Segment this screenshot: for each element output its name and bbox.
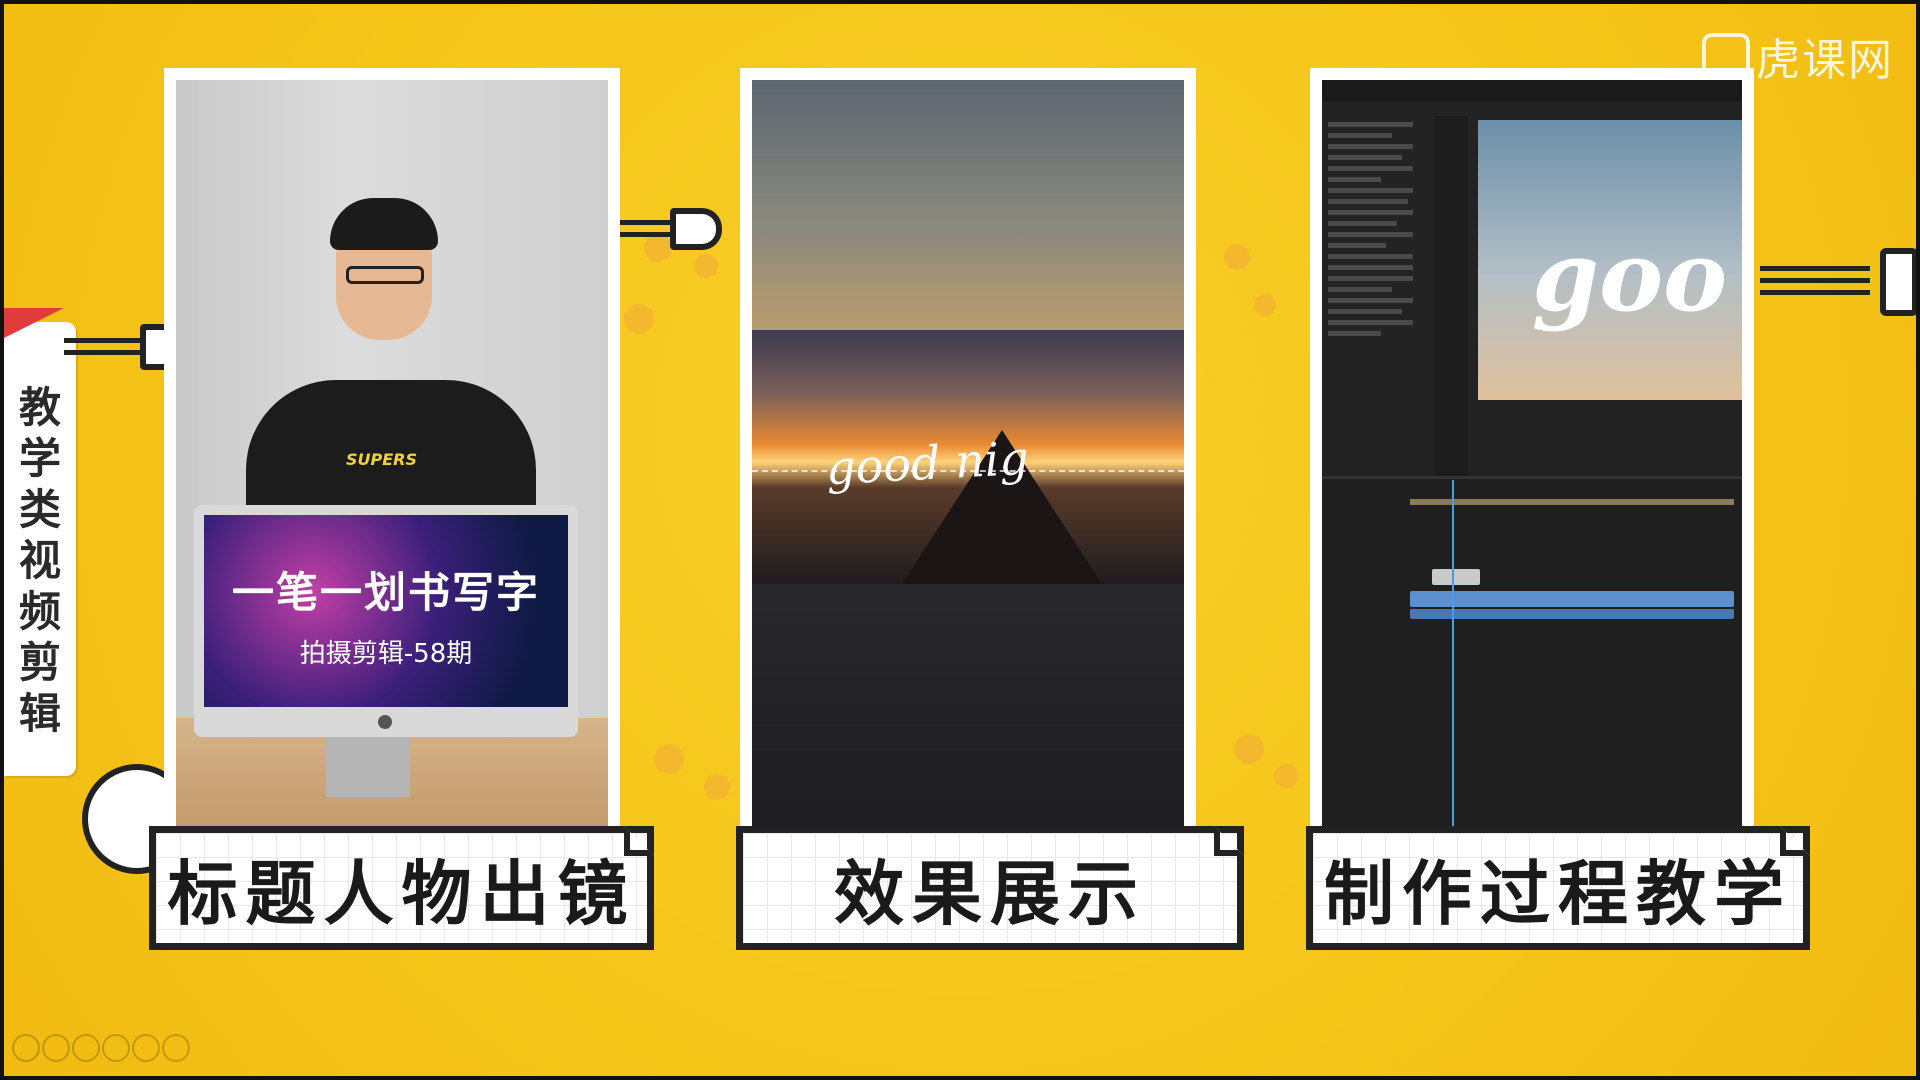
side-tab-title: 教 学 类 视 频 剪 辑 — [18, 382, 62, 739]
side-char: 剪 — [18, 638, 61, 687]
folded-corner — [1780, 826, 1810, 856]
red-corner — [4, 308, 64, 338]
folded-corner — [624, 826, 654, 856]
folded-corner — [1214, 826, 1244, 856]
panel-effect: good nig — [740, 68, 1196, 828]
timeline-clip[interactable] — [1432, 569, 1480, 585]
side-char: 辑 — [18, 689, 61, 738]
timeline-clip[interactable] — [1410, 609, 1734, 619]
side-char: 频 — [18, 587, 61, 636]
side-char: 教 — [18, 383, 61, 432]
decor-dot — [704, 774, 730, 800]
label-presenter: 标题人物出镜 — [149, 826, 654, 950]
panel-presenter: SUPERS 一笔一划书写字 拍摄剪辑-58期 — [164, 68, 620, 828]
prev-slide-icon[interactable] — [12, 1034, 40, 1062]
monitor-subtitle: 拍摄剪辑-58期 — [299, 639, 473, 669]
label-effect: 效果展示 — [736, 826, 1244, 950]
shirt-logo: SUPERS — [346, 450, 418, 469]
monitor: 一笔一划书写字 拍摄剪辑-58期 — [194, 505, 578, 737]
slides-icon[interactable] — [102, 1034, 130, 1062]
decor-dot — [654, 744, 684, 774]
pen-icon[interactable] — [72, 1034, 100, 1062]
monitor-screen: 一笔一划书写字 拍摄剪辑-58期 — [204, 515, 568, 707]
panel-editor: goo — [1310, 68, 1754, 828]
presenter-glasses — [346, 266, 424, 284]
editor-menubar — [1322, 80, 1742, 102]
side-char: 类 — [18, 485, 61, 534]
decor-dot — [1254, 294, 1276, 316]
label-text: 效果展示 — [834, 852, 1146, 935]
side-char: 视 — [18, 536, 61, 585]
preview-text: goo — [1532, 220, 1728, 333]
timeline-panel — [1322, 476, 1742, 828]
program-monitor: goo — [1478, 120, 1742, 400]
zoom-icon[interactable] — [132, 1034, 160, 1062]
presenter-image: SUPERS 一笔一划书写字 拍摄剪辑-58期 — [176, 80, 608, 828]
timeline-clip[interactable] — [1410, 591, 1734, 607]
decor-dot — [694, 254, 718, 278]
decor-dot — [644, 234, 672, 262]
decor-dot — [624, 304, 654, 334]
next-slide-icon[interactable] — [42, 1034, 70, 1062]
side-char: 学 — [18, 434, 61, 483]
editor-screenshot: goo — [1322, 80, 1742, 828]
effect-controls-panel — [1328, 116, 1434, 476]
label-text: 制作过程教学 — [1324, 852, 1792, 935]
keyframe-column — [1434, 116, 1468, 476]
side-tab: 教 学 类 视 频 剪 辑 — [4, 308, 76, 776]
slide-canvas: 虎课网 教 学 类 视 频 剪 辑 SUPERS 一笔一划书写字 拍摄剪辑-58… — [4, 4, 1916, 1076]
label-tutorial: 制作过程教学 — [1306, 826, 1810, 950]
playhead[interactable] — [1452, 480, 1454, 828]
more-icon[interactable] — [162, 1034, 190, 1062]
decor-dot — [1274, 764, 1298, 788]
watermark-text: 虎课网 — [1756, 35, 1894, 86]
monitor-title: 一笔一划书写字 — [231, 568, 540, 617]
apple-logo-icon — [378, 715, 392, 729]
effect-image: good nig — [752, 80, 1184, 828]
overlay-text: good nig — [824, 430, 1030, 496]
monitor-stand — [326, 737, 410, 797]
label-text: 标题人物出镜 — [167, 852, 636, 935]
decor-dot — [1224, 244, 1250, 270]
decor-dot — [1234, 734, 1264, 764]
